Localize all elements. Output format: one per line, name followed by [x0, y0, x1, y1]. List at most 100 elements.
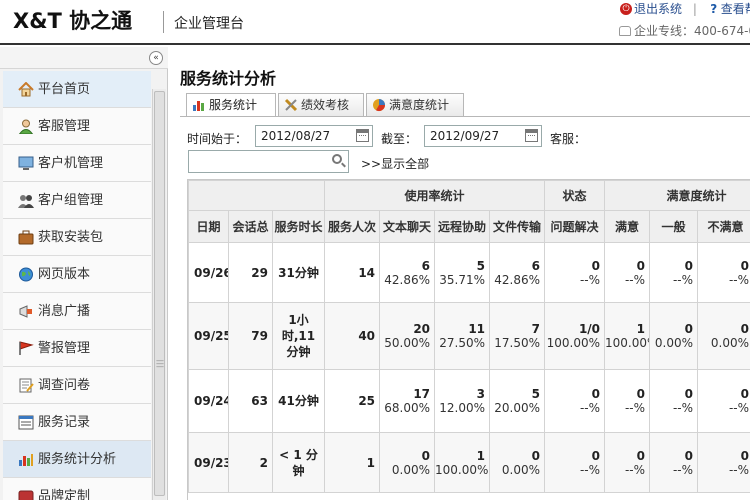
- hotline: 企业专线：400-674-0: [619, 22, 750, 39]
- sidebar-menu: 平台首页 客服管理 客户机管理 客户组管理 获取安装包 网页版本 消息广播 警报…: [3, 71, 151, 500]
- start-date-input[interactable]: 2012/08/27: [255, 125, 373, 147]
- cell-date: 09/23: [188, 432, 229, 493]
- cell-file: 6 42.86%: [489, 242, 546, 303]
- cell-average: 0 --%: [649, 369, 699, 433]
- cell-value: 0: [740, 387, 750, 401]
- group-header-usage: 使用率统计: [324, 180, 546, 211]
- cell-satisfied: 0 --%: [604, 242, 651, 303]
- start-date-value: 2012/08/27: [261, 129, 331, 143]
- agent-label: 客服：: [550, 132, 587, 146]
- questionnaire-icon: [19, 378, 34, 393]
- group-icon: [18, 195, 34, 208]
- cell-value: 0: [684, 448, 694, 463]
- cell-value: 6: [531, 258, 541, 273]
- search-input[interactable]: [188, 150, 349, 173]
- collapse-sidebar-button[interactable]: «: [149, 51, 163, 65]
- cell-value: 7: [531, 322, 541, 336]
- cell-percent: 20.00%: [494, 401, 541, 415]
- tab-satisfaction[interactable]: 满意度统计: [366, 93, 464, 117]
- column-header[interactable]: 服务人次: [324, 210, 381, 243]
- cell-remote: 1 100.00%: [434, 432, 491, 493]
- cell-value: 0: [636, 258, 646, 273]
- show-all-link[interactable]: >>显示全部: [361, 155, 429, 172]
- column-header[interactable]: 文件传输: [489, 210, 546, 243]
- cell-value: 0: [684, 322, 694, 336]
- sidebar-item-installer[interactable]: 获取安装包: [3, 219, 151, 256]
- sidebar-item-statistics[interactable]: 服务统计分析: [3, 441, 151, 478]
- monitor-icon: [18, 156, 34, 170]
- cell-average: 0 0.00%: [649, 302, 699, 370]
- sidebar-item-label: 网页版本: [38, 267, 91, 282]
- chart-icon: [193, 101, 204, 111]
- cell-value: 11: [468, 322, 486, 336]
- stats-table-container: 使用率统计 状态 满意度统计 日期 会话总 服务时长 服务人次 文本聊天 远程协…: [187, 179, 750, 500]
- column-header[interactable]: 日期: [188, 210, 229, 243]
- column-header[interactable]: 满意: [604, 210, 651, 243]
- sidebar-item-records[interactable]: 服务记录: [3, 404, 151, 441]
- power-icon: ⏻: [620, 2, 632, 15]
- column-header[interactable]: 远程协助: [434, 210, 491, 243]
- flag-icon: [19, 341, 34, 355]
- cell-value: 3: [476, 387, 486, 401]
- tab-service-stats[interactable]: 服务统计: [186, 93, 276, 118]
- sidebar-item-branding[interactable]: 品牌定制: [3, 478, 151, 500]
- sidebar-item-label: 品牌定制: [38, 489, 91, 500]
- cell-date: 09/25: [188, 302, 229, 370]
- search-icon[interactable]: [332, 154, 342, 164]
- cell-value: 0: [684, 387, 694, 401]
- cell-people: 1: [324, 432, 381, 493]
- end-date-value: 2012/09/27: [430, 129, 500, 143]
- sidebar-item-agents[interactable]: 客服管理: [3, 108, 151, 145]
- cell-text-chat: 20 50.00%: [379, 302, 436, 370]
- cell-sessions: 79: [228, 302, 273, 370]
- sidebar-item-broadcast[interactable]: 消息广播: [3, 293, 151, 330]
- column-header[interactable]: 问题解决: [544, 210, 606, 243]
- sidebar-item-client-groups[interactable]: 客户组管理: [3, 182, 151, 219]
- cell-value: 5: [476, 258, 486, 273]
- logout-link[interactable]: 退出系统: [634, 2, 682, 16]
- cell-sessions: 29: [228, 242, 273, 303]
- cell-percent: 0.00%: [501, 462, 541, 477]
- end-date-input[interactable]: 2012/09/27: [424, 125, 542, 147]
- tab-performance[interactable]: 绩效考核: [278, 93, 364, 117]
- calendar-icon[interactable]: [356, 129, 369, 142]
- column-header[interactable]: 文本聊天: [379, 210, 436, 243]
- cell-value: 1: [476, 448, 486, 463]
- sidebar-item-clients[interactable]: 客户机管理: [3, 145, 151, 182]
- scrollbar-thumb[interactable]: [154, 91, 165, 496]
- cell-percent: --%: [672, 272, 694, 287]
- cell-solved: 0 --%: [544, 432, 606, 493]
- cell-value: 0: [591, 387, 601, 401]
- cell-solved: 0 --%: [544, 242, 606, 303]
- cell-percent: --%: [579, 272, 601, 287]
- cell-value: 0: [531, 448, 541, 463]
- megaphone-icon: [19, 305, 32, 318]
- cell-unsatisfied: 0 --%: [697, 242, 750, 303]
- column-header[interactable]: 一般: [649, 210, 699, 243]
- app-window: X&T 协之通 企业管理台 ⏻退出系统 | ?查看帮 企业专线：400-674-…: [0, 0, 750, 500]
- sidebar-item-label: 服务统计分析: [38, 452, 117, 467]
- sidebar-item-home[interactable]: 平台首页: [3, 71, 151, 108]
- sidebar-item-web-version[interactable]: 网页版本: [3, 256, 151, 293]
- sidebar-scrollbar[interactable]: — — —: [152, 89, 166, 500]
- group-header-status: 状态: [544, 180, 606, 211]
- bar-chart-icon: [19, 454, 33, 466]
- sidebar-item-survey[interactable]: 调查问卷: [3, 367, 151, 404]
- cell-sessions: 2: [228, 432, 273, 493]
- column-header[interactable]: 服务时长: [271, 210, 326, 243]
- sidebar-item-alarms[interactable]: 警报管理: [3, 330, 151, 367]
- help-link[interactable]: 查看帮: [721, 2, 750, 16]
- cell-percent: 42.86%: [494, 272, 541, 287]
- cell-value: 0: [684, 258, 694, 273]
- calendar-icon[interactable]: [525, 129, 538, 142]
- sidebar: « 平台首页 客服管理 客户机管理 客户组管理 获取安装包 网页版本 消息广播 …: [0, 47, 168, 500]
- tab-label: 绩效考核: [301, 98, 350, 112]
- cell-date: 09/24: [188, 369, 229, 433]
- cell-value: 0: [740, 258, 750, 273]
- cell-sessions: 63: [228, 369, 273, 433]
- column-header[interactable]: 不满意: [697, 210, 750, 243]
- table-row: 09/26 29 31分钟 14 6 42.86% 5 35.71% 6 42.86%…: [188, 242, 750, 303]
- cell-value: 17: [413, 387, 431, 401]
- header-divider: [163, 11, 164, 33]
- column-header[interactable]: 会话总: [228, 210, 273, 243]
